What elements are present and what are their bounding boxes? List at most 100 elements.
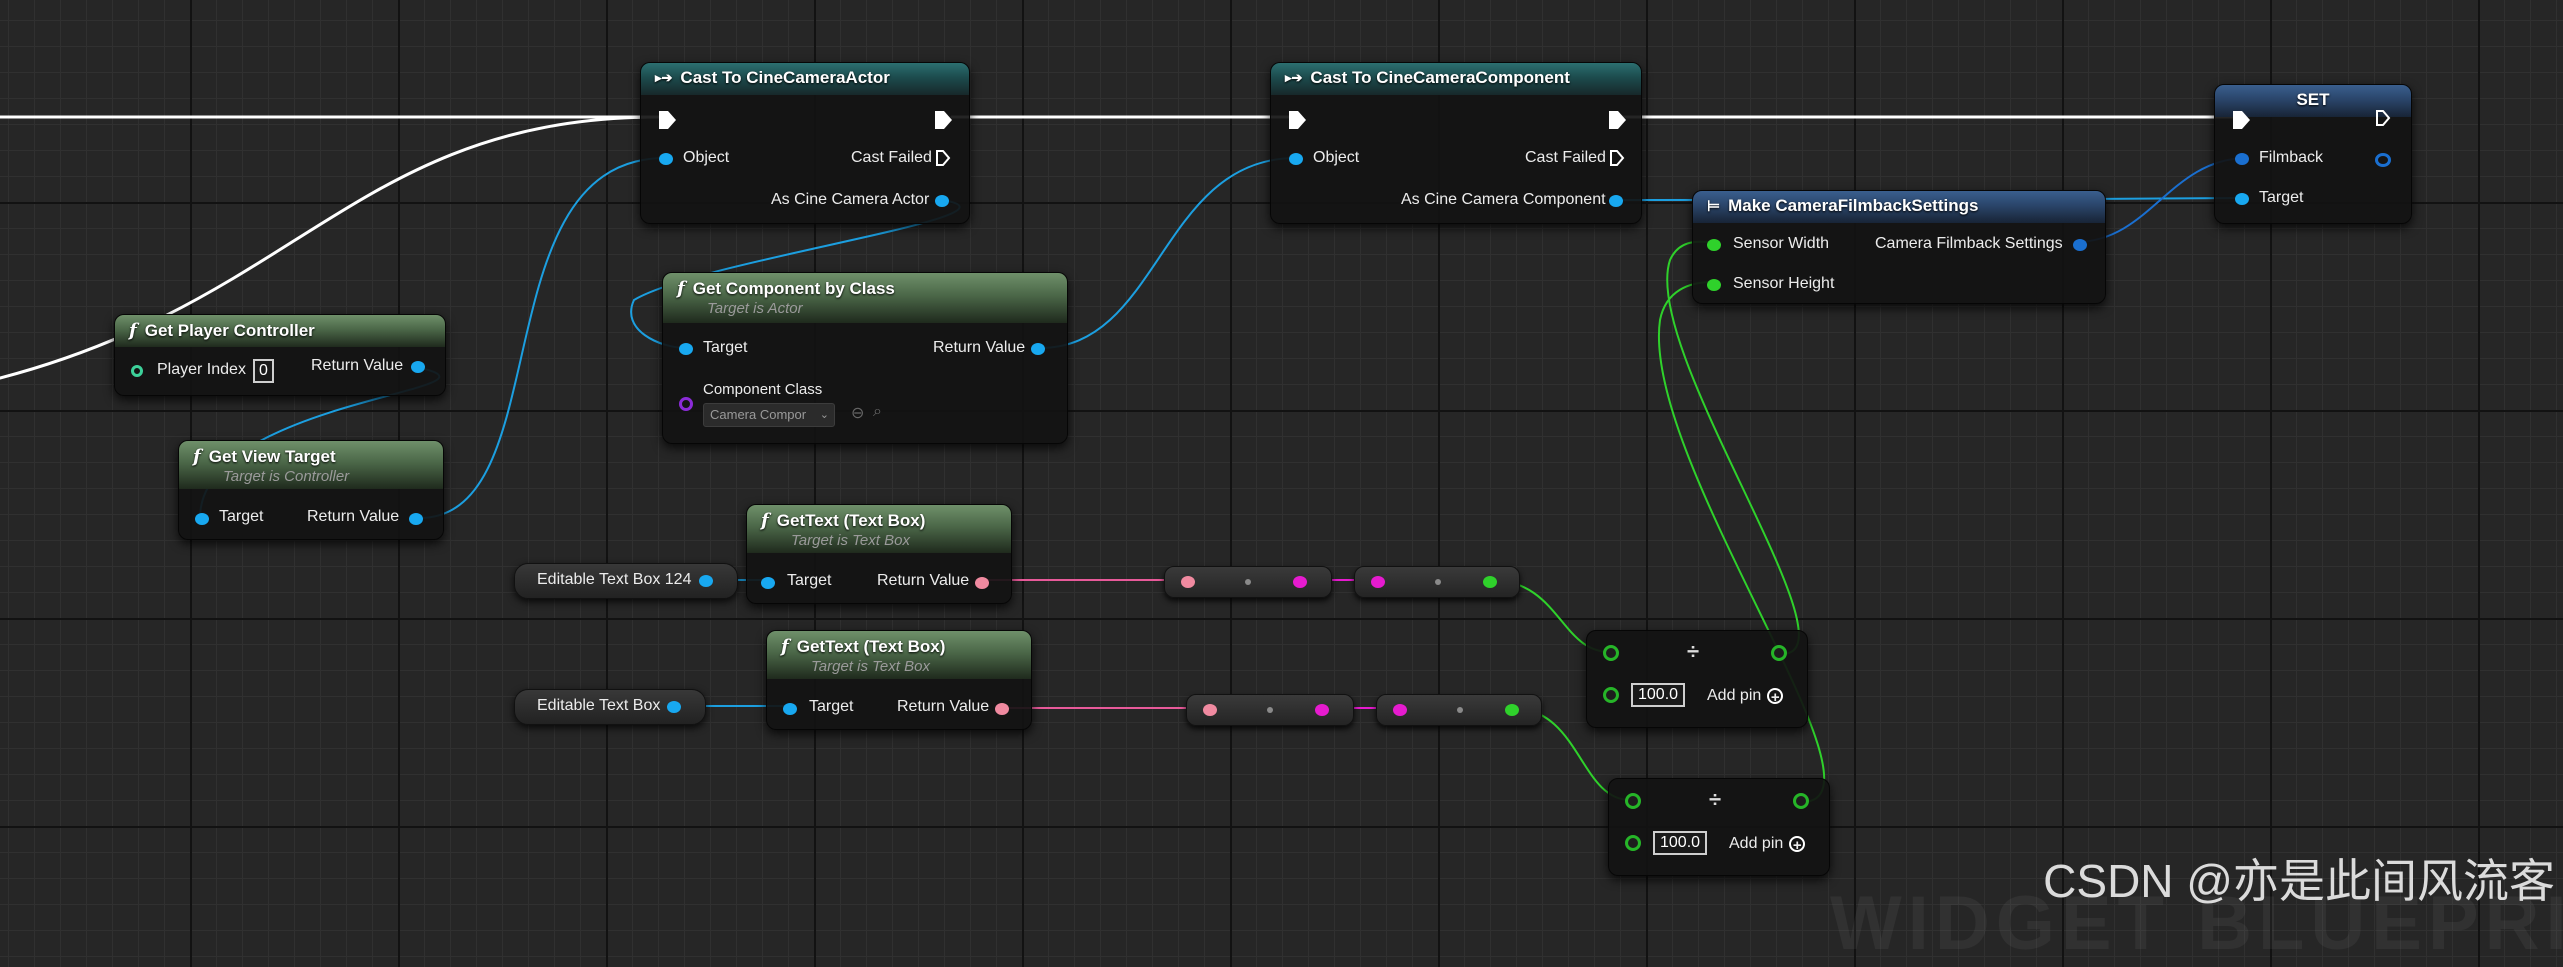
exec-in-pin[interactable] bbox=[2233, 111, 2250, 129]
result-pin[interactable] bbox=[1771, 645, 1787, 661]
cast-failed-exec-pin[interactable] bbox=[935, 149, 951, 167]
exec-out-pin[interactable] bbox=[2375, 109, 2391, 127]
dividend-pin[interactable] bbox=[1625, 793, 1641, 809]
string-to-float-conversion-node-2[interactable] bbox=[1376, 694, 1542, 726]
return-value-pin[interactable] bbox=[975, 577, 989, 589]
return-value-pin[interactable] bbox=[995, 703, 1009, 715]
editable-text-box-124-variable[interactable]: Editable Text Box 124 bbox=[514, 563, 738, 599]
set-filmback-node[interactable]: SET Filmback Target bbox=[2214, 84, 2412, 224]
conversion-in-pin[interactable] bbox=[1393, 704, 1407, 716]
conversion-out-pin[interactable] bbox=[1315, 704, 1329, 716]
camera-filmback-settings-label: Camera Filmback Settings bbox=[1875, 235, 2063, 252]
cast-failed-exec-pin[interactable] bbox=[1609, 149, 1625, 167]
divisor-input[interactable]: 100.0 bbox=[1631, 683, 1686, 707]
function-icon: f bbox=[129, 320, 137, 341]
exec-out-pin[interactable] bbox=[1609, 111, 1626, 129]
divisor-pin[interactable] bbox=[1625, 835, 1641, 851]
node-title: Get View Target bbox=[208, 446, 336, 466]
node-title: GetText (Text Box) bbox=[776, 510, 926, 530]
object-pin[interactable] bbox=[1289, 153, 1303, 165]
target-label: Target bbox=[703, 339, 748, 356]
use-selected-icon[interactable]: ⊖ bbox=[851, 403, 864, 423]
make-camera-filmback-settings-node[interactable]: ⊨ Make CameraFilmbackSettings Sensor Widt… bbox=[1692, 190, 2106, 304]
add-pin-button[interactable]: Add pin + bbox=[1707, 687, 1784, 705]
function-icon: f bbox=[677, 278, 685, 299]
divide-icon: ÷ bbox=[1709, 787, 1722, 812]
conversion-in-pin[interactable] bbox=[1203, 704, 1217, 716]
object-label: Object bbox=[683, 149, 730, 166]
cast-failed-label: Cast Failed bbox=[851, 149, 932, 166]
exec-in-pin[interactable] bbox=[1289, 111, 1306, 129]
add-pin-label: Add pin bbox=[1707, 687, 1762, 704]
get-component-by-class-node[interactable]: f Get Component by Class Target is Actor … bbox=[662, 272, 1068, 444]
conversion-dot bbox=[1435, 579, 1441, 585]
dividend-pin[interactable] bbox=[1603, 645, 1619, 661]
node-title: Get Component by Class bbox=[692, 278, 895, 298]
component-class-value: Camera Compor bbox=[710, 407, 807, 422]
make-struct-icon: ⊨ bbox=[1707, 198, 1721, 215]
text-to-string-conversion-node-2[interactable] bbox=[1186, 694, 1354, 726]
return-value-label: Return Value bbox=[897, 698, 990, 715]
as-cine-camera-component-label: As Cine Camera Component bbox=[1401, 191, 1606, 208]
target-pin[interactable] bbox=[2235, 193, 2249, 205]
add-pin-icon: + bbox=[1767, 687, 1784, 705]
player-index-input[interactable]: 0 bbox=[253, 359, 274, 383]
wire-viewtarget-to-object bbox=[417, 157, 665, 520]
target-pin[interactable] bbox=[761, 577, 775, 589]
component-class-label: Component Class bbox=[703, 381, 823, 398]
function-icon: f bbox=[761, 510, 769, 531]
as-cine-camera-component-pin[interactable] bbox=[1609, 195, 1623, 207]
string-to-float-conversion-node-1[interactable] bbox=[1354, 566, 1520, 598]
conversion-in-pin[interactable] bbox=[1371, 576, 1385, 588]
conversion-dot bbox=[1457, 707, 1463, 713]
add-pin-button[interactable]: Add pin + bbox=[1729, 835, 1806, 853]
node-title: GetText (Text Box) bbox=[796, 636, 946, 656]
get-view-target-node[interactable]: f Get View Target Target is Controller Ta… bbox=[178, 440, 444, 540]
cast-to-cinecameracomponent-node[interactable]: ▸➔ Cast To CineCameraComponent Object Cas… bbox=[1270, 62, 1642, 224]
conversion-out-pin[interactable] bbox=[1505, 704, 1519, 716]
return-value-pin[interactable] bbox=[1031, 343, 1045, 355]
return-value-label: Return Value bbox=[307, 508, 400, 525]
component-class-dropdown[interactable]: Camera Compor ⌄ bbox=[703, 403, 835, 427]
exec-in-pin[interactable] bbox=[659, 111, 676, 129]
variable-out-pin[interactable] bbox=[667, 701, 681, 713]
get-player-controller-node[interactable]: f Get Player Controller Player Index 0 Re… bbox=[114, 314, 446, 396]
gettext-text-box-node-1[interactable]: f GetText (Text Box) Target is Text Box T… bbox=[746, 504, 1012, 604]
target-pin[interactable] bbox=[195, 513, 209, 525]
target-pin[interactable] bbox=[679, 343, 693, 355]
gettext-text-box-node-2[interactable]: f GetText (Text Box) Target is Text Box T… bbox=[766, 630, 1032, 730]
object-label: Object bbox=[1313, 149, 1360, 166]
sensor-width-pin[interactable] bbox=[1707, 239, 1721, 251]
wire-getcomponent-to-cast2 bbox=[1039, 157, 1295, 349]
node-subtitle: Target is Text Box bbox=[791, 532, 910, 549]
conversion-out-pin[interactable] bbox=[1483, 576, 1497, 588]
return-value-pin[interactable] bbox=[409, 513, 423, 525]
object-pin[interactable] bbox=[659, 153, 673, 165]
filmback-label: Filmback bbox=[2259, 149, 2324, 166]
browse-search-icon[interactable]: ⌕ bbox=[873, 403, 882, 421]
filmback-pin[interactable] bbox=[2235, 153, 2249, 165]
divide-node-2[interactable]: ÷ 100.0 Add pin + bbox=[1608, 778, 1830, 876]
exec-out-pin[interactable] bbox=[935, 111, 952, 129]
sensor-height-pin[interactable] bbox=[1707, 279, 1721, 291]
function-icon: f bbox=[193, 446, 201, 467]
cast-to-cinecameraactor-node[interactable]: ▸➔ Cast To CineCameraActor Object Cast Fa… bbox=[640, 62, 970, 224]
conversion-in-pin[interactable] bbox=[1181, 576, 1195, 588]
divisor-input[interactable]: 100.0 bbox=[1653, 831, 1708, 855]
filmback-out-pin[interactable] bbox=[2375, 153, 2391, 167]
camera-filmback-settings-pin[interactable] bbox=[2073, 239, 2087, 251]
divisor-pin[interactable] bbox=[1603, 687, 1619, 703]
variable-out-pin[interactable] bbox=[699, 575, 713, 587]
target-pin[interactable] bbox=[783, 703, 797, 715]
component-class-pin[interactable] bbox=[679, 397, 693, 411]
as-cine-camera-actor-pin[interactable] bbox=[935, 195, 949, 207]
divide-node-1[interactable]: ÷ 100.0 Add pin + bbox=[1586, 630, 1808, 728]
editable-text-box-variable[interactable]: Editable Text Box bbox=[514, 689, 706, 725]
cast-failed-label: Cast Failed bbox=[1525, 149, 1606, 166]
result-pin[interactable] bbox=[1793, 793, 1809, 809]
player-index-pin[interactable] bbox=[131, 365, 143, 377]
return-value-pin[interactable] bbox=[411, 361, 425, 373]
text-to-string-conversion-node-1[interactable] bbox=[1164, 566, 1332, 598]
conversion-out-pin[interactable] bbox=[1293, 576, 1307, 588]
node-title: SET bbox=[2296, 90, 2330, 109]
